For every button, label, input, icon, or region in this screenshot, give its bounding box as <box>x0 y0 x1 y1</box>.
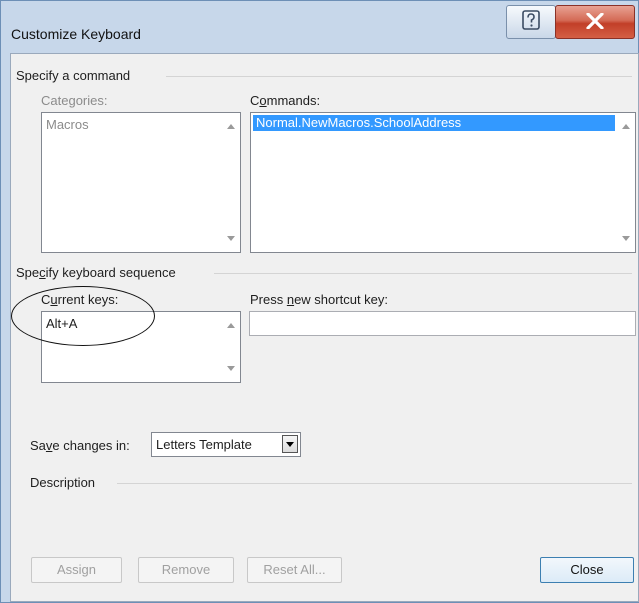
save-changes-select[interactable]: Letters Template <box>151 432 301 457</box>
section-divider <box>117 483 632 484</box>
scroll-up-icon[interactable] <box>227 124 235 129</box>
help-icon <box>521 9 541 36</box>
remove-button[interactable]: Remove <box>138 557 234 583</box>
specify-keyboard-heading: Specify keyboard sequence <box>16 265 176 280</box>
categories-list-item[interactable]: Macros <box>46 117 89 133</box>
current-keys-scrollbar[interactable] <box>222 312 240 382</box>
close-button[interactable]: Close <box>540 557 634 583</box>
new-shortcut-input[interactable] <box>249 311 636 336</box>
scroll-down-icon[interactable] <box>622 236 630 241</box>
reset-all-button[interactable]: Reset All... <box>247 557 342 583</box>
categories-label: Categories: <box>41 93 108 108</box>
assign-button[interactable]: Assign <box>31 557 122 583</box>
scroll-up-icon[interactable] <box>227 323 235 328</box>
close-window-button[interactable] <box>555 5 635 39</box>
commands-scrollbar[interactable] <box>617 113 635 252</box>
scroll-down-icon[interactable] <box>227 366 235 371</box>
section-divider <box>166 76 632 77</box>
categories-list[interactable]: Macros <box>41 112 241 253</box>
scroll-down-icon[interactable] <box>227 236 235 241</box>
window-title: Customize Keyboard <box>11 26 141 42</box>
dropdown-button[interactable] <box>282 435 298 453</box>
section-divider <box>214 273 632 274</box>
help-button[interactable] <box>506 5 556 39</box>
chevron-down-icon <box>286 442 294 447</box>
close-icon <box>586 10 604 35</box>
scroll-up-icon[interactable] <box>622 124 630 129</box>
save-changes-value: Letters Template <box>156 437 252 452</box>
new-shortcut-label: Press new shortcut key: <box>250 292 389 307</box>
commands-list[interactable]: Normal.NewMacros.SchoolAddress <box>250 112 636 253</box>
commands-label: Commands: <box>250 93 321 108</box>
annotation-ellipse <box>11 286 155 346</box>
categories-scrollbar[interactable] <box>222 113 240 252</box>
save-changes-label: Save changes in: <box>30 438 130 453</box>
commands-list-item-selected[interactable]: Normal.NewMacros.SchoolAddress <box>253 115 615 131</box>
dialog-window: Customize Keyboard Specify a command Cat… <box>0 0 639 603</box>
description-heading: Description <box>30 475 96 490</box>
title-bar[interactable]: Customize Keyboard <box>1 1 638 53</box>
specify-command-heading: Specify a command <box>16 68 131 83</box>
dialog-body: Specify a command Categories: Macros Com… <box>10 53 639 602</box>
